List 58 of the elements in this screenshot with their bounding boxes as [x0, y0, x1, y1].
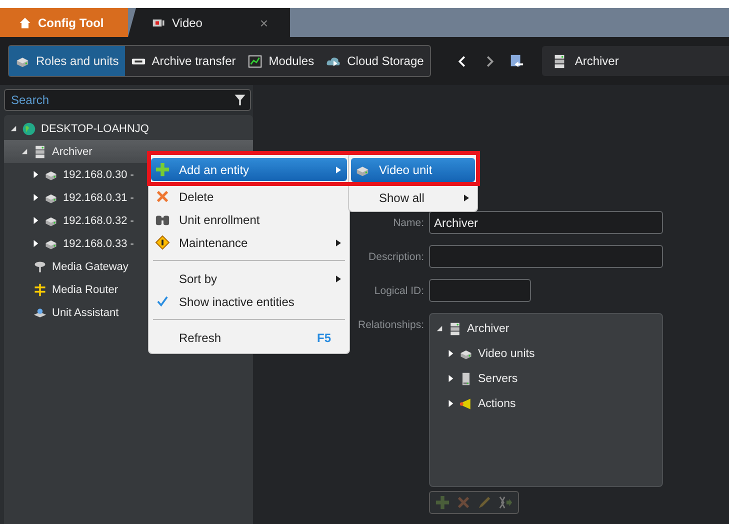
menu-item[interactable]: Video unit — [351, 158, 475, 182]
server-icon — [448, 322, 462, 336]
tree-item[interactable]: DESKTOP-LOAHNJQ — [4, 117, 253, 140]
megaphone-icon — [459, 396, 473, 410]
cross-icon — [456, 495, 471, 510]
breadcrumb-label: Archiver — [574, 54, 619, 68]
menu-item[interactable]: Maintenance — [151, 231, 347, 254]
expanded-arrow-icon[interactable] — [10, 125, 17, 132]
shortcut-label: F5 — [316, 330, 331, 344]
collapsed-arrow-icon[interactable] — [32, 194, 39, 201]
warning-sign-icon — [154, 235, 170, 250]
menu-item[interactable]: Show inactive entities — [151, 290, 347, 313]
chart-icon — [248, 54, 263, 68]
tree-item[interactable]: Actions — [430, 391, 662, 416]
menu-item[interactable]: Sort by — [151, 267, 347, 290]
task-button[interactable]: Archive transfer — [124, 46, 242, 76]
satellite-dish-icon — [33, 260, 47, 274]
field-label: Relationships: — [357, 319, 424, 331]
text-field[interactable] — [429, 279, 531, 302]
device-wizard-icon — [33, 306, 47, 320]
collapsed-arrow-icon[interactable] — [32, 240, 39, 247]
menu-item[interactable]: Delete — [151, 185, 347, 208]
task-button[interactable]: Roles and units — [9, 46, 125, 76]
menu-item[interactable]: Add an entity — [151, 158, 347, 181]
field-label: Description: — [368, 250, 424, 262]
tree-item[interactable]: Video units — [430, 341, 662, 366]
collapsed-arrow-icon[interactable] — [447, 400, 454, 407]
collapsed-arrow-icon[interactable] — [447, 350, 454, 357]
plus-icon — [435, 495, 450, 510]
plus-icon — [154, 162, 170, 177]
expanded-arrow-icon[interactable] — [436, 325, 443, 332]
collapsed-arrow-icon[interactable] — [32, 171, 39, 178]
text-field[interactable] — [429, 245, 663, 268]
expanded-arrow-icon[interactable] — [21, 148, 28, 155]
unlink-icon — [498, 495, 513, 510]
signpost-icon — [33, 282, 47, 296]
menu-item[interactable]: Show all — [351, 188, 475, 208]
menu-item[interactable]: Refresh F5 — [151, 326, 347, 349]
text-field[interactable]: Archiver — [429, 211, 663, 234]
field-label: Logical ID: — [373, 284, 424, 296]
menu-item[interactable]: Unit enrollment — [151, 208, 347, 231]
close-button[interactable]: × — [260, 14, 268, 30]
task-button[interactable]: Cloud Storage — [320, 46, 430, 76]
tab[interactable]: Video × — [128, 8, 290, 37]
collapsed-arrow-icon[interactable] — [32, 217, 39, 224]
server-icon — [33, 144, 47, 158]
pencil-icon — [477, 495, 492, 510]
globe-icon — [22, 122, 36, 136]
tree-item[interactable]: Archiver — [430, 316, 662, 341]
filter-icon — [233, 93, 247, 107]
task-button[interactable]: Modules — [242, 46, 320, 76]
field-label: Name: — [392, 216, 424, 228]
tree-item[interactable]: Servers — [430, 366, 662, 391]
search-field[interactable]: Search — [4, 89, 251, 111]
home-icon — [18, 16, 32, 30]
document-arrow-icon — [508, 54, 524, 68]
cross-icon — [154, 189, 170, 204]
collapsed-arrow-icon[interactable] — [447, 375, 454, 382]
